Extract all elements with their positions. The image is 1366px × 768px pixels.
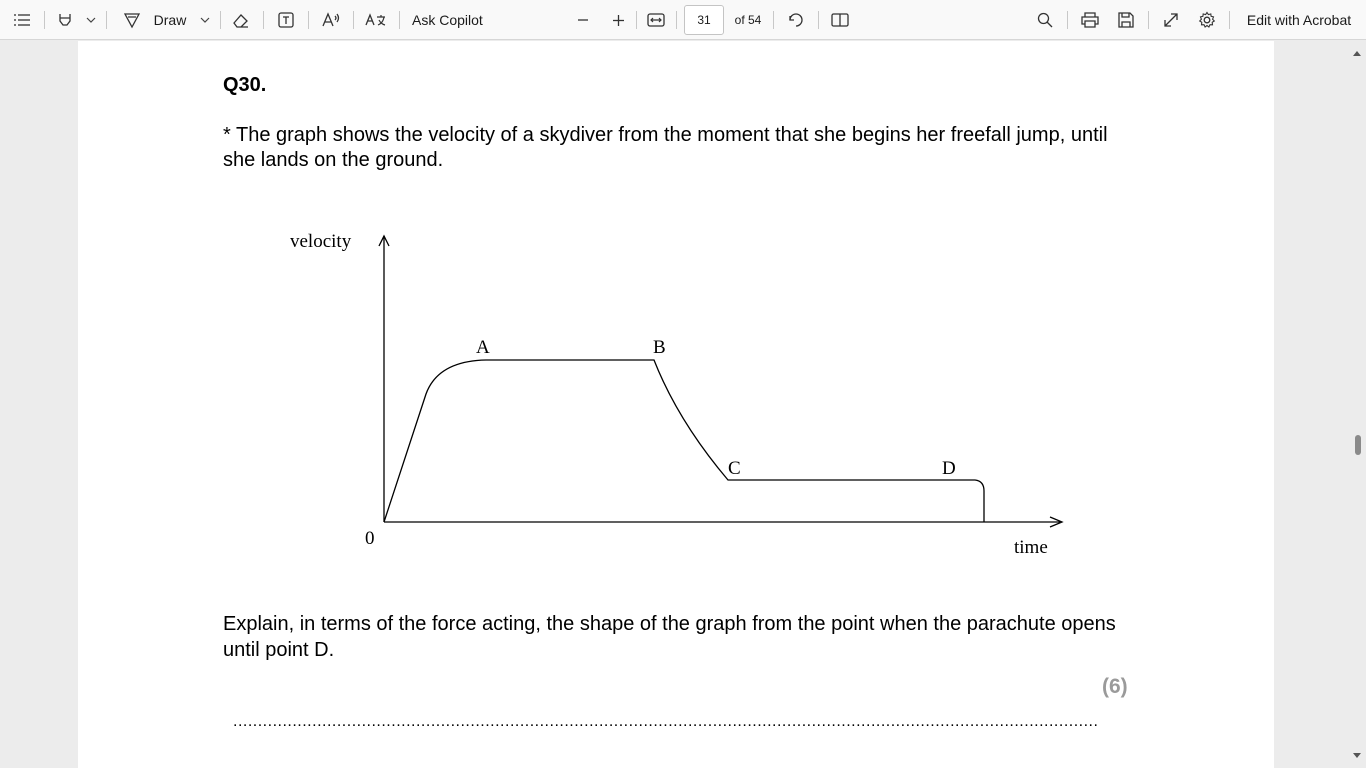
scroll-up-icon[interactable] (1352, 50, 1362, 57)
x-axis-label: time (1014, 537, 1048, 558)
pdf-page: Q30. * The graph shows the velocity of a… (78, 41, 1274, 768)
answer-line[interactable]: ........................................… (233, 713, 1099, 733)
fit-width-icon[interactable] (644, 0, 668, 40)
page-total-label: of 54 (734, 13, 762, 27)
chevron-down-icon[interactable] (198, 0, 212, 40)
point-label-a: A (476, 337, 490, 358)
toolbar-divider (818, 11, 819, 29)
toolbar-divider (773, 11, 774, 29)
expand-icon[interactable] (1159, 0, 1183, 40)
toolbar-divider (220, 11, 221, 29)
draw-icon[interactable] (120, 0, 144, 40)
pdf-toolbar: Draw Ask Copilot of 54 (0, 0, 1366, 40)
text-box-icon[interactable] (274, 0, 298, 40)
translate-icon[interactable] (363, 0, 389, 40)
save-icon[interactable] (1114, 0, 1138, 40)
origin-label: 0 (365, 528, 375, 549)
search-icon[interactable] (1033, 0, 1057, 40)
marks-label: (6) (1102, 675, 1128, 698)
toolbar-divider (353, 11, 354, 29)
draw-button[interactable]: Draw (150, 0, 190, 40)
point-label-c: C (728, 458, 741, 479)
edit-with-acrobat-button[interactable]: Edit with Acrobat (1240, 0, 1358, 40)
toolbar-divider (1229, 11, 1230, 29)
point-label-d: D (942, 458, 956, 479)
zoom-out-icon[interactable] (574, 0, 592, 40)
print-icon[interactable] (1078, 0, 1102, 40)
toolbar-divider (636, 11, 637, 29)
toolbar-divider (308, 11, 309, 29)
explain-prompt: Explain, in terms of the force acting, t… (223, 613, 1116, 661)
vertical-scrollbar[interactable] (1348, 41, 1366, 768)
zoom-in-icon[interactable] (608, 0, 628, 40)
rotate-icon[interactable] (784, 0, 808, 40)
highlight-icon[interactable] (54, 0, 76, 40)
read-aloud-icon[interactable] (318, 0, 344, 40)
document-viewer: Q30. * The graph shows the velocity of a… (0, 41, 1366, 768)
scrollbar-thumb[interactable] (1355, 435, 1361, 455)
toolbar-divider (44, 11, 45, 29)
toolbar-divider (676, 11, 677, 29)
toolbar-divider (1067, 11, 1068, 29)
gear-icon[interactable] (1195, 0, 1219, 40)
toolbar-divider (1148, 11, 1149, 29)
page-view-icon[interactable] (828, 0, 852, 40)
toolbar-divider (399, 11, 400, 29)
ask-copilot-button[interactable]: Ask Copilot (412, 0, 490, 40)
chevron-down-icon[interactable] (84, 0, 98, 40)
scroll-down-icon[interactable] (1352, 752, 1362, 759)
eraser-icon[interactable] (229, 0, 253, 40)
velocity-curve (383, 359, 985, 523)
y-axis-label: velocity (290, 231, 352, 252)
toolbar-divider (106, 11, 107, 29)
toolbar-divider (263, 11, 264, 29)
page-number-input[interactable] (684, 5, 724, 35)
point-label-b: B (653, 337, 666, 358)
contents-icon[interactable] (10, 0, 34, 40)
